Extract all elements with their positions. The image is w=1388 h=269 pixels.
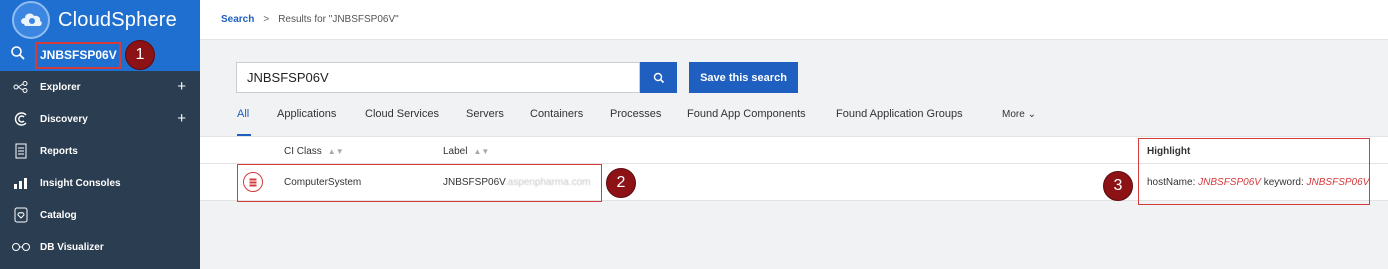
expand-icon[interactable]: + [177,111,186,127]
tab-applications[interactable]: Applications [277,108,336,120]
sidebar-item-insight-consoles[interactable]: Insight Consoles [0,167,200,199]
search-input[interactable]: JNBSFSP06V [236,62,640,93]
chevron-down-icon: ⌄ [1027,109,1036,120]
column-header-label: Label [443,146,468,157]
tab-processes[interactable]: Processes [610,108,661,120]
sidebar-item-catalog[interactable]: Catalog [0,199,200,231]
highlight-key: hostName: [1147,177,1196,188]
sidebar-item-label: DB Visualizer [40,241,104,253]
sidebar-item-label: Discovery [40,113,88,125]
app-name: CloudSphere [58,8,177,31]
global-search-value[interactable]: JNBSFSP06V [35,42,121,69]
sidebar-item-label: Reports [40,145,78,157]
highlight-value: JNBSFSP06V [1306,177,1370,188]
table-row[interactable]: ComputerSystem JNBSFSP06V.aspenpharma.co… [200,164,1388,201]
reports-icon [12,143,30,159]
label-hostname: JNBSFSP06V [443,177,505,188]
annotation-marker-3: 3 [1103,171,1133,201]
insight-consoles-icon [12,175,30,191]
search-icon[interactable] [10,45,26,66]
sort-icon[interactable]: ▲▼ [473,147,489,156]
tab-servers[interactable]: Servers [466,108,504,120]
breadcrumb-separator: > [263,14,270,25]
column-header-ci-class[interactable]: CI Class ▲▼ [284,146,344,157]
annotation-marker-1: 1 [125,40,155,70]
ci-record-icon[interactable] [243,172,263,192]
cell-label[interactable]: JNBSFSP06V.aspenpharma.com [443,177,591,188]
column-header-label: CI Class [284,146,322,157]
save-search-button[interactable]: Save this search [689,62,798,93]
sort-icon[interactable]: ▲▼ [328,147,344,156]
breadcrumb-search-link[interactable]: Search [221,14,254,25]
cloudsphere-logo-icon [12,1,50,39]
tab-containers[interactable]: Containers [530,108,583,120]
sidebar-item-reports[interactable]: Reports [0,135,200,167]
breadcrumb-current: Results for "JNBSFSP06V" [278,14,399,25]
sidebar-item-label: Catalog [40,209,77,221]
results-grid-header: CI Class ▲▼ Label ▲▼ Highlight [200,136,1388,164]
brand-header[interactable]: CloudSphere [0,0,200,40]
sidebar: CloudSphere JNBSFSP06V Explorer + Discov… [0,0,200,269]
highlight-value: JNBSFSP06V [1198,177,1261,188]
sidebar-item-label: Explorer [40,81,81,93]
search-icon [653,72,664,83]
sidebar-item-explorer[interactable]: Explorer + [0,71,200,103]
annotation-marker-2: 2 [606,168,636,198]
cell-highlight: hostName: JNBSFSP06V keyword: JNBSFSP06V [1147,177,1369,188]
breadcrumb: Search > Results for "JNBSFSP06V" [200,0,1388,40]
explorer-icon [12,79,30,95]
column-header-label[interactable]: Label ▲▼ [443,146,489,157]
search-button[interactable] [640,62,677,93]
global-search-row[interactable]: JNBSFSP06V [0,40,200,71]
sidebar-nav: Explorer + Discovery + Reports Insight C… [0,71,200,263]
search-results-panel: JNBSFSP06V Save this search All Applicat… [200,40,1388,269]
column-header-highlight: Highlight [1147,146,1191,157]
tab-all[interactable]: All [237,108,249,120]
more-label: More [1002,109,1025,120]
more-tabs-dropdown[interactable]: More ⌄ [1002,109,1036,120]
sidebar-item-discovery[interactable]: Discovery + [0,103,200,135]
tab-found-app-components[interactable]: Found App Components [687,108,806,120]
catalog-icon [12,207,30,223]
tab-found-application-groups[interactable]: Found Application Groups [836,108,963,120]
cell-ci-class: ComputerSystem [284,177,362,188]
tab-cloud-services[interactable]: Cloud Services [365,108,439,120]
sidebar-item-db-visualizer[interactable]: DB Visualizer [0,231,200,263]
discovery-icon [12,111,30,127]
highlight-key: keyword: [1263,177,1304,188]
db-visualizer-icon [12,239,30,255]
label-domain-blurred: .aspenpharma.com [504,177,591,188]
expand-icon[interactable]: + [177,79,186,95]
sidebar-item-label: Insight Consoles [40,177,121,189]
